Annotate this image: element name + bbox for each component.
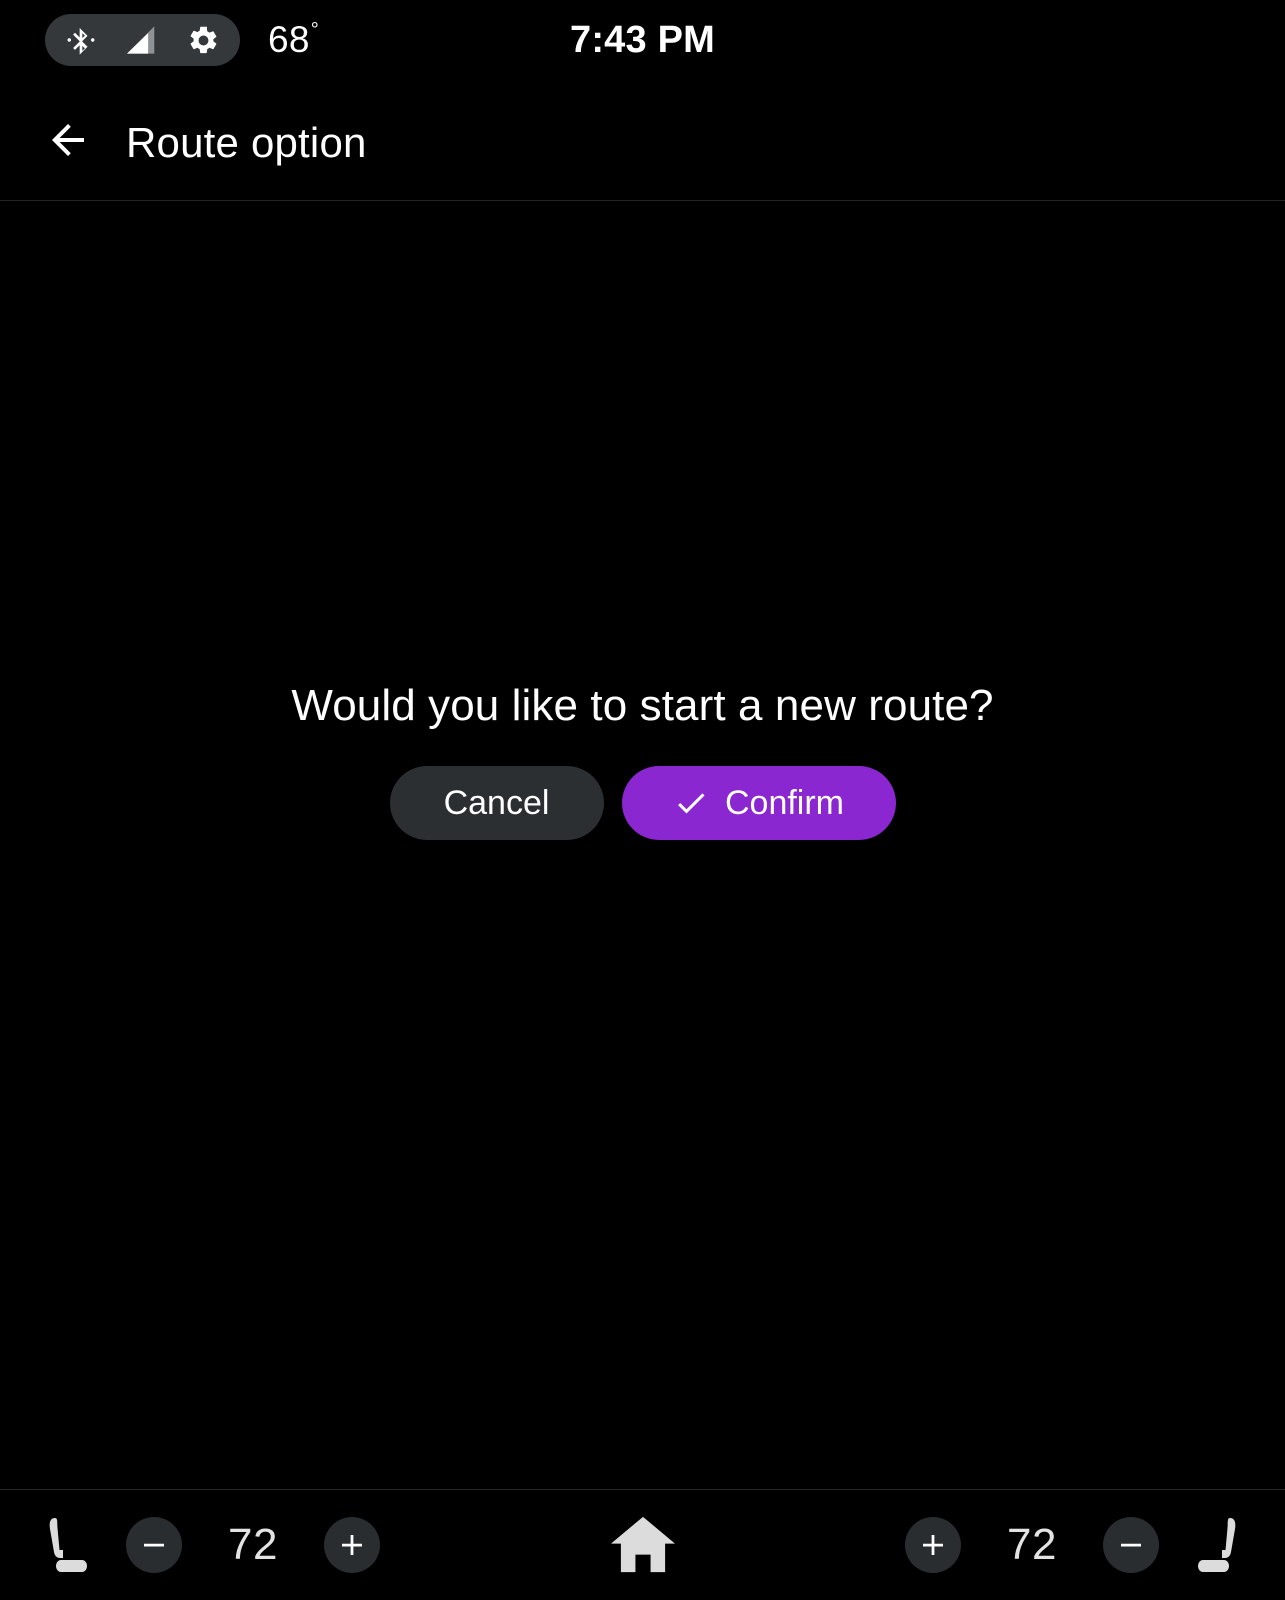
driver-temp-value: 72 [228,1520,278,1569]
gear-icon[interactable] [187,24,220,57]
dialog-message: Would you like to start a new route? [291,681,994,730]
bottom-climate-bar: 72 72 [0,1489,1285,1600]
confirm-button-label: Confirm [724,783,845,822]
passenger-temp-increase-button[interactable] [905,1517,961,1573]
driver-temp-increase-button[interactable] [324,1517,380,1573]
cancel-button[interactable]: Cancel [389,766,604,840]
car-seat-icon[interactable] [36,1510,98,1580]
route-confirmation-dialog: Would you like to start a new route? Can… [0,681,1285,840]
status-pill[interactable] [45,14,240,66]
outside-temperature-value: 68 [268,19,310,60]
driver-temp-decrease-button[interactable] [126,1517,182,1573]
bluetooth-icon[interactable] [65,24,97,56]
passenger-temp-value: 72 [1007,1520,1057,1569]
dialog-actions: Cancel Confirm [389,766,896,840]
page-title: Route option [126,118,367,166]
outside-temperature: 68 ° [268,14,320,66]
check-icon [673,785,709,821]
home-icon[interactable] [608,1511,678,1580]
passenger-temp-decrease-button[interactable] [1103,1517,1159,1573]
main-content: Would you like to start a new route? Can… [0,201,1285,1489]
back-arrow-icon [44,116,92,169]
back-button[interactable] [32,107,104,179]
driver-climate-controls: 72 [36,1510,380,1580]
confirm-button[interactable]: Confirm [621,766,896,840]
status-bar: 68 ° 7:43 PM [0,0,1285,85]
clock-text: 7:43 PM [569,18,715,61]
passenger-climate-controls: 72 [905,1510,1249,1580]
app-header: Route option [0,85,1285,201]
degree-symbol: ° [310,19,320,41]
car-seat-icon[interactable] [1187,1510,1249,1580]
signal-icon[interactable] [125,25,159,55]
cancel-button-label: Cancel [443,783,550,822]
